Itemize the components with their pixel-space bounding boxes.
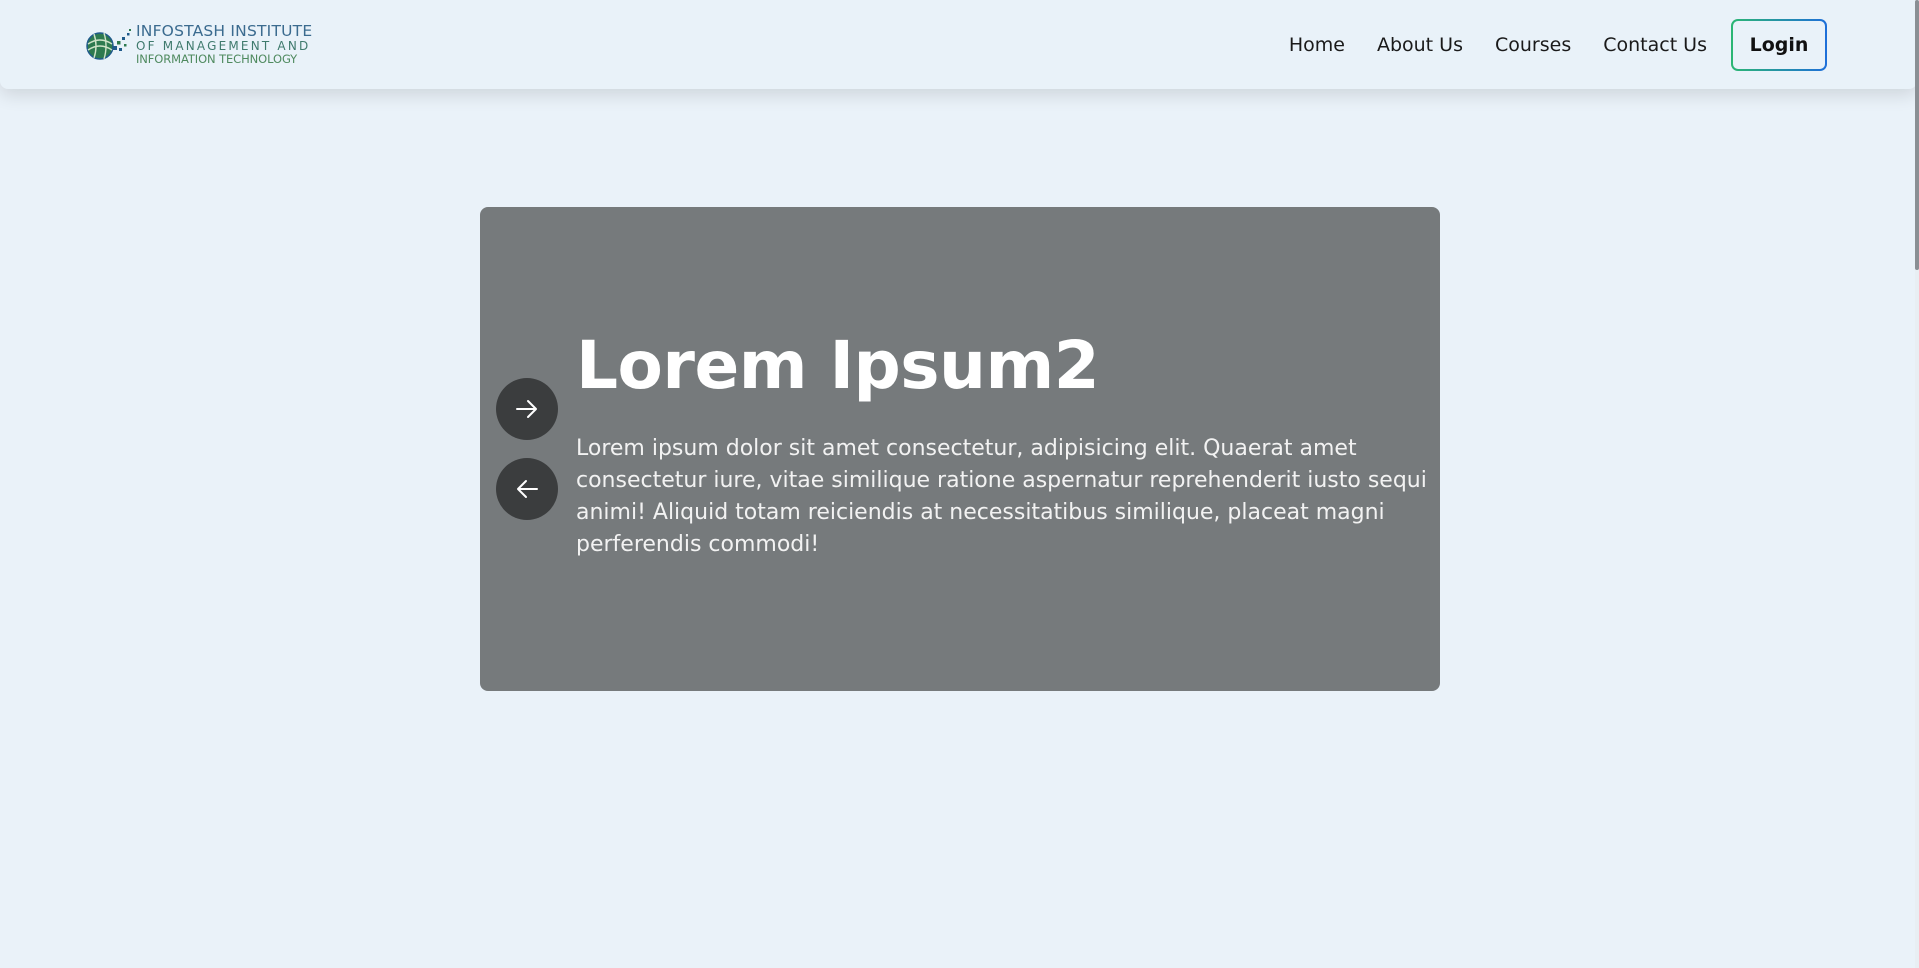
- nav-about-link[interactable]: About Us: [1377, 34, 1463, 56]
- navbar: INFOSTASH INSTITUTE OF MANAGEMENT AND IN…: [0, 0, 1917, 89]
- page-scrollbar[interactable]: [1915, 0, 1919, 968]
- logo[interactable]: INFOSTASH INSTITUTE OF MANAGEMENT AND IN…: [84, 18, 324, 70]
- logo-line-3: INFORMATION TECHNOLOGY: [136, 51, 298, 66]
- arrow-right-icon: [516, 400, 537, 418]
- scrollbar-thumb[interactable]: [1915, 0, 1919, 270]
- nav-contact-link[interactable]: Contact Us: [1603, 34, 1707, 56]
- main-nav: Home About Us Courses Contact Us Login: [1289, 0, 1827, 89]
- globe-logo-icon: [84, 24, 136, 64]
- arrow-left-icon: [517, 480, 538, 498]
- hero-title: Lorem Ipsum2: [576, 327, 1100, 404]
- logo-line-1: INFOSTASH INSTITUTE: [136, 21, 313, 40]
- nav-courses-link[interactable]: Courses: [1495, 34, 1571, 56]
- carousel-next-button[interactable]: [496, 378, 558, 440]
- page: INFOSTASH INSTITUTE OF MANAGEMENT AND IN…: [0, 0, 1919, 968]
- logo-line-2: OF MANAGEMENT AND: [136, 38, 311, 53]
- login-button[interactable]: Login: [1731, 19, 1827, 71]
- logo-text: INFOSTASH INSTITUTE OF MANAGEMENT AND IN…: [136, 21, 313, 66]
- hero-carousel: Lorem Ipsum2 Lorem ipsum dolor sit amet …: [480, 207, 1440, 691]
- nav-home-link[interactable]: Home: [1289, 34, 1345, 56]
- carousel-prev-button[interactable]: [496, 458, 558, 520]
- hero-description: Lorem ipsum dolor sit amet consectetur, …: [576, 436, 1427, 557]
